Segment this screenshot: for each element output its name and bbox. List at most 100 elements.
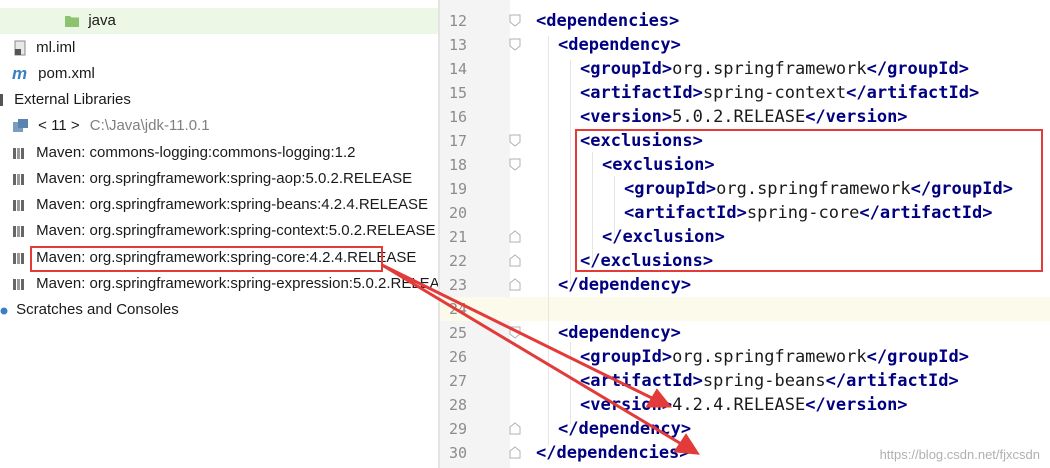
fold-open-icon[interactable]	[509, 158, 521, 171]
code-text: <version>4.2.4.RELEASE</version>	[580, 393, 908, 417]
indent-guide	[548, 36, 549, 446]
line-number: 29	[448, 420, 467, 438]
line-number: 19	[448, 180, 467, 198]
scratches-icon	[0, 307, 8, 315]
tree-item-library[interactable]: Maven: org.springframework:spring-aop:5.…	[12, 166, 412, 192]
tree-item-java[interactable]: java	[0, 8, 438, 34]
xml-text: org.springframework	[672, 347, 867, 367]
fold-close-icon[interactable]	[509, 446, 521, 459]
exclusions-annotation-box	[575, 129, 1043, 272]
code-line[interactable]: 23 </dependency>	[440, 273, 1050, 297]
tree-item-label: Maven: org.springframework:spring-beans:…	[36, 196, 429, 213]
code-text: <groupId>org.springframework</groupId>	[580, 345, 969, 369]
line-number: 16	[448, 108, 467, 126]
xml-tag: </artifactId>	[825, 371, 959, 391]
line-number: 14	[448, 60, 467, 78]
fold-open-icon[interactable]	[509, 38, 521, 51]
tree-item-label: Scratches and Consoles	[16, 301, 179, 318]
fold-close-icon[interactable]	[509, 230, 521, 243]
tree-item-external-libraries[interactable]: External Libraries	[0, 87, 131, 113]
fold-open-icon[interactable]	[509, 14, 521, 27]
line-number: 21	[448, 228, 467, 246]
line-number: 25	[448, 324, 467, 342]
code-text: <version>5.0.2.RELEASE</version>	[580, 105, 908, 129]
project-tree-panel: java ml.iml m pom.xml External Libraries…	[0, 0, 438, 468]
code-line[interactable]: 26 <groupId>org.springframework</groupId>	[440, 345, 1050, 369]
spring-core-annotation-box	[30, 246, 383, 272]
xml-tag: </artifactId>	[846, 83, 980, 103]
jdk-icon	[13, 119, 28, 133]
tree-item-ml-iml[interactable]: ml.iml	[12, 35, 75, 61]
code-text: </dependencies>	[536, 441, 690, 465]
library-icon	[13, 226, 24, 238]
line-number: 18	[448, 156, 467, 174]
fold-open-icon[interactable]	[509, 326, 521, 339]
line-number: 23	[448, 276, 467, 294]
xml-text: org.springframework	[672, 59, 867, 79]
tree-item-label: Maven: org.springframework:spring-contex…	[36, 222, 436, 239]
xml-tag: <artifactId>	[580, 83, 703, 103]
xml-tag: <version>	[580, 107, 673, 127]
xml-text: 4.2.4.RELEASE	[672, 395, 806, 415]
code-line[interactable]: 28 <version>4.2.4.RELEASE</version>	[440, 393, 1050, 417]
line-number: 13	[448, 36, 467, 54]
editor-panel: 12 <dependencies> 13 <dependency> 14 <groupId…	[440, 0, 1050, 468]
code-text: <artifactId>spring-context</artifactId>	[580, 81, 979, 105]
code-text: <groupId>org.springframework</groupId>	[580, 57, 969, 81]
library-icon	[13, 200, 24, 212]
xml-tag: </version>	[805, 107, 908, 127]
tree-item-pom-xml[interactable]: m pom.xml	[12, 61, 95, 87]
code-line[interactable]: 16 <version>5.0.2.RELEASE</version>	[440, 105, 1050, 129]
library-icon	[13, 174, 24, 186]
code-line[interactable]: 12 <dependencies>	[440, 9, 1050, 33]
xml-tag: <dependency>	[558, 35, 681, 55]
xml-tag: <groupId>	[580, 59, 673, 79]
tree-item-library[interactable]: Maven: org.springframework:spring-beans:…	[12, 192, 428, 218]
tree-item-library[interactable]: Maven: commons-logging:commons-logging:1…	[12, 140, 356, 166]
libraries-icon	[0, 94, 3, 107]
code-line[interactable]: 14 <groupId>org.springframework</groupId>	[440, 57, 1050, 81]
code-text: <dependency>	[558, 33, 681, 57]
watermark-text: https://blog.csdn.net/fjxcsdn	[879, 447, 1040, 462]
line-number: 28	[448, 396, 467, 414]
tree-item-library[interactable]: Maven: org.springframework:spring-contex…	[12, 218, 436, 244]
fold-close-icon[interactable]	[509, 422, 521, 435]
code-text: <dependencies>	[536, 9, 679, 33]
code-line[interactable]: 13 <dependency>	[440, 33, 1050, 57]
code-line[interactable]: 15 <artifactId>spring-context</artifactId…	[440, 81, 1050, 105]
tree-item-label: Maven: org.springframework:spring-aop:5.…	[36, 170, 413, 187]
folder-icon	[65, 16, 80, 28]
xml-tag: <version>	[580, 395, 673, 415]
code-line[interactable]: 27 <artifactId>spring-beans</artifactId>	[440, 369, 1050, 393]
tree-item-jdk[interactable]: < 11 > C:\Java\jdk-11.0.1	[12, 113, 210, 139]
library-icon	[13, 253, 24, 265]
xml-tag: <artifactId>	[580, 371, 703, 391]
line-number: 26	[448, 348, 467, 366]
line-number: 30	[448, 444, 467, 462]
tree-item-label: Maven: commons-logging:commons-logging:1…	[36, 144, 356, 161]
fold-close-icon[interactable]	[509, 254, 521, 267]
code-text: <dependency>	[558, 321, 681, 345]
indent-guide	[570, 342, 571, 424]
line-number: 17	[448, 132, 467, 150]
tree-item-label: External Libraries	[14, 91, 131, 108]
tree-item-scratches[interactable]: Scratches and Consoles	[0, 297, 179, 323]
code-line[interactable]: 24	[440, 297, 1050, 321]
line-number: 24	[448, 300, 467, 318]
fold-close-icon[interactable]	[509, 278, 521, 291]
xml-text: spring-beans	[702, 371, 826, 391]
indent-guide	[570, 60, 571, 284]
code-line[interactable]: 29 </dependency>	[440, 417, 1050, 441]
line-number: 20	[448, 204, 467, 222]
tree-item-library[interactable]: Maven: org.springframework:spring-expres…	[12, 271, 438, 297]
tree-item-label: ml.iml	[36, 39, 76, 56]
xml-tag: </dependencies>	[536, 443, 690, 463]
library-icon	[13, 279, 24, 291]
fold-open-icon[interactable]	[509, 134, 521, 147]
iml-file-icon	[14, 40, 26, 56]
line-number: 22	[448, 252, 467, 270]
code-line[interactable]: 25 <dependency>	[440, 321, 1050, 345]
xml-tag: <dependency>	[558, 323, 681, 343]
tree-item-label: java	[88, 12, 116, 29]
library-icon	[13, 148, 24, 160]
